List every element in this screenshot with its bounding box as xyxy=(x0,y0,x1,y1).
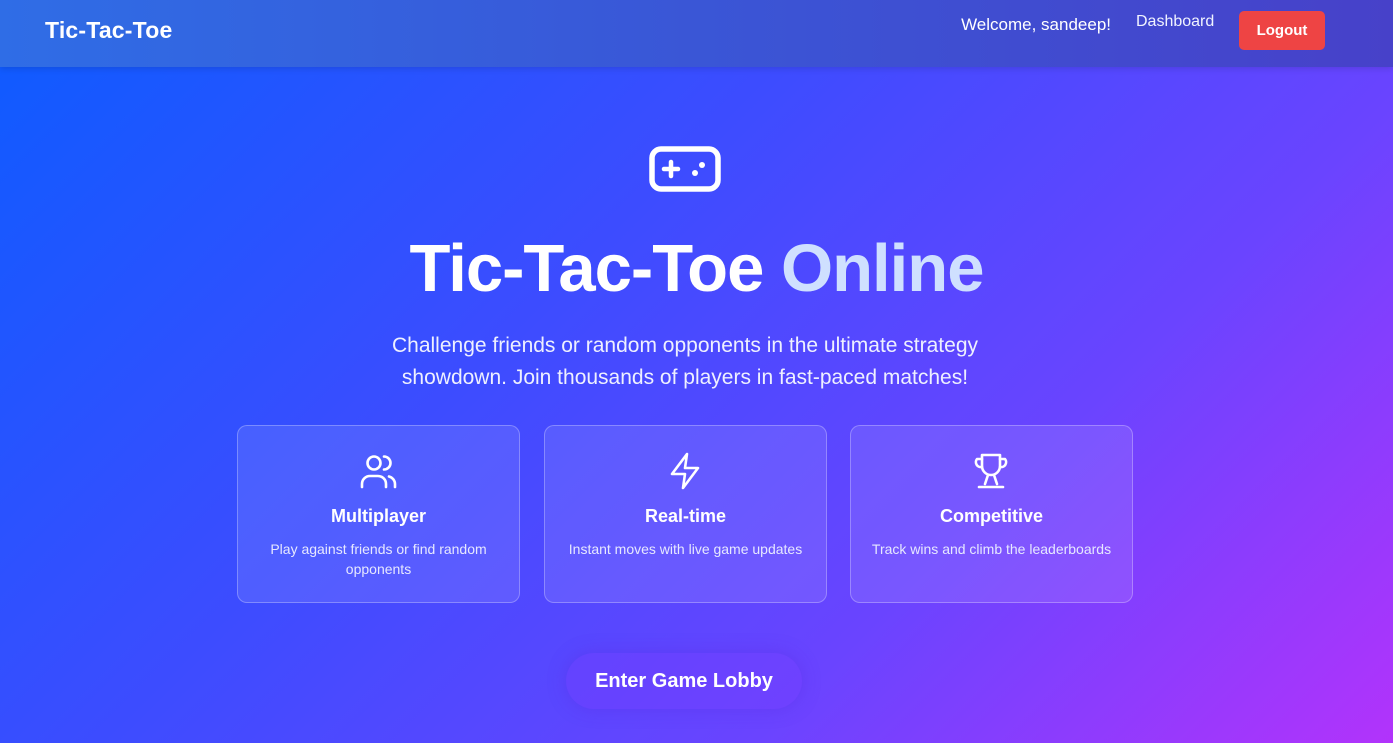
logout-button[interactable]: Logout xyxy=(1239,11,1325,50)
feature-title: Multiplayer xyxy=(330,506,427,526)
navbar: Tic-Tac-Toe Welcome, sandeep! Dashboard … xyxy=(0,0,1393,67)
brand-logo[interactable]: Tic-Tac-Toe xyxy=(45,17,172,44)
hero-title: Tic-Tac-Toe Online xyxy=(0,230,1393,307)
gamepad-icon xyxy=(649,146,721,192)
dashboard-link[interactable]: Dashboard xyxy=(1136,13,1214,31)
hero-title-main: Tic-Tac-Toe xyxy=(409,231,765,306)
feature-title: Real-time xyxy=(644,506,727,526)
enter-game-lobby-button[interactable]: Enter Game Lobby xyxy=(566,653,802,709)
trophy-icon xyxy=(974,453,1008,489)
feature-description: Instant moves with live game updates xyxy=(568,541,803,557)
feature-title: Competitive xyxy=(939,506,1044,526)
users-icon xyxy=(360,455,397,489)
feature-card-competitive: Competitive Track wins and climb the lea… xyxy=(850,425,1133,603)
hero-title-accent: Online xyxy=(781,231,984,306)
feature-description: Track wins and climb the leaderboards xyxy=(871,541,1112,557)
feature-card-realtime: Real-time Instant moves with live game u… xyxy=(544,425,827,603)
welcome-message: Welcome, sandeep! xyxy=(961,15,1111,34)
hero-subtitle: Challenge friends or random opponents in… xyxy=(391,334,978,389)
lightning-icon xyxy=(670,452,700,490)
feature-card-multiplayer: Multiplayer Play against friends or find… xyxy=(237,425,520,603)
feature-description: Play against friends or find random oppo… xyxy=(270,541,487,577)
